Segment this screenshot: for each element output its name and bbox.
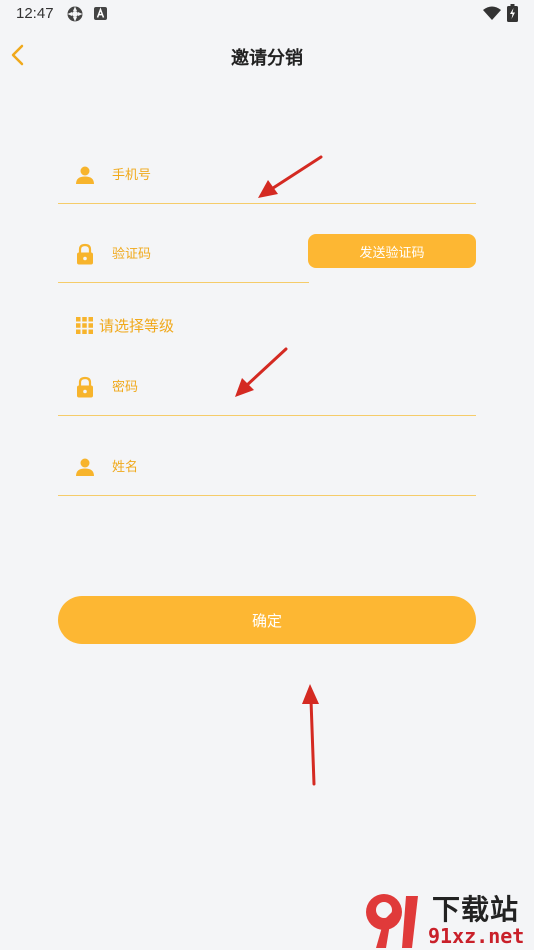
watermark-top-text: 下载站 bbox=[432, 893, 520, 926]
grid-icon bbox=[76, 316, 93, 334]
sync-icon bbox=[67, 6, 83, 22]
lock-icon bbox=[77, 243, 93, 265]
confirm-button[interactable]: 确定 bbox=[58, 596, 476, 644]
code-input[interactable] bbox=[112, 241, 292, 267]
user-icon bbox=[76, 458, 94, 476]
watermark: 下载站 91xz.net bbox=[362, 888, 534, 950]
header: 邀请分销 bbox=[0, 30, 534, 80]
lock-icon bbox=[77, 376, 93, 398]
watermark-bottom-text: 91xz.net bbox=[428, 924, 525, 948]
page-title: 邀请分销 bbox=[231, 48, 303, 69]
phone-field bbox=[58, 144, 476, 204]
wifi-icon bbox=[483, 6, 501, 20]
a-badge-icon bbox=[94, 7, 107, 20]
user-icon bbox=[76, 166, 94, 184]
level-select[interactable]: 请选择等级 bbox=[76, 312, 174, 338]
name-input[interactable] bbox=[112, 454, 412, 480]
status-bar: 12:47 bbox=[0, 0, 534, 28]
arrow-to-confirm bbox=[302, 684, 319, 786]
phone-input[interactable] bbox=[112, 162, 412, 188]
status-time: 12:47 bbox=[16, 5, 54, 22]
password-field bbox=[58, 356, 476, 416]
send-code-button[interactable]: 发送验证码 bbox=[308, 234, 476, 268]
battery-icon bbox=[507, 4, 518, 22]
logo-icon bbox=[366, 894, 418, 948]
level-select-label: 请选择等级 bbox=[99, 316, 175, 335]
name-field bbox=[58, 436, 476, 496]
password-input[interactable] bbox=[112, 374, 412, 400]
code-field bbox=[58, 223, 309, 283]
